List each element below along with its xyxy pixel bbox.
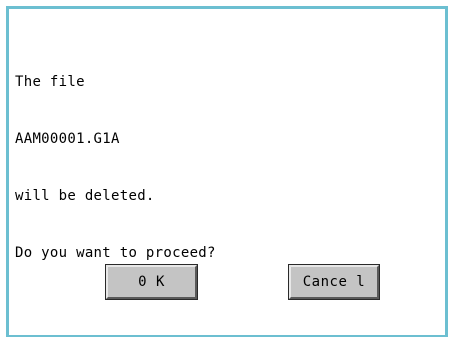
dialog-message: The file AAM00001.G1A will be deleted. D… [15, 35, 216, 301]
cancel-button[interactable]: Cance l [288, 264, 380, 300]
delete-confirm-dialog: The file AAM00001.G1A will be deleted. D… [6, 6, 448, 337]
cancel-button-label: Cance l [302, 274, 366, 290]
ok-button[interactable]: 0 K [105, 264, 198, 300]
message-line: The file [15, 74, 85, 90]
message-filename: AAM00001.G1A [15, 131, 120, 147]
message-line: will be deleted. [15, 188, 155, 204]
message-question: Do you want to proceed? [15, 245, 216, 261]
ok-button-label: 0 K [138, 274, 165, 290]
